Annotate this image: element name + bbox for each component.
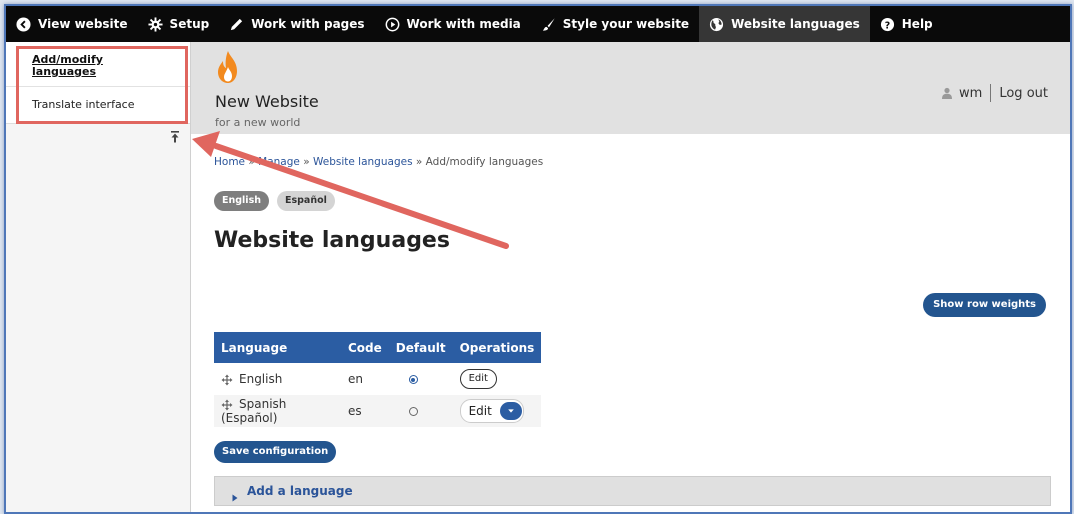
operations-cell: Edit bbox=[452, 395, 542, 427]
language-code: en bbox=[348, 372, 363, 386]
column-header-language: Language bbox=[214, 332, 341, 363]
svg-text:?: ? bbox=[885, 20, 890, 31]
brush-icon bbox=[541, 17, 556, 32]
user-menu: wm Log out bbox=[941, 84, 1048, 102]
gear-icon bbox=[148, 16, 163, 32]
tray-item-add-modify-languages[interactable]: Add/modify languages bbox=[6, 42, 190, 86]
operations-cell: Edit bbox=[453, 363, 542, 395]
table-row: English en Edit bbox=[214, 363, 541, 395]
language-cell: Spanish (Español) bbox=[214, 395, 341, 427]
toolbar-label: Work with media bbox=[406, 17, 521, 31]
logout-link[interactable]: Log out bbox=[999, 86, 1048, 101]
chevron-down-icon[interactable] bbox=[499, 402, 522, 420]
question-circle-icon: ? bbox=[880, 17, 895, 32]
app-frame: View website Setup Work with pages Work … bbox=[4, 4, 1072, 514]
main-content: Home » Manage » Website languages » Add/… bbox=[191, 134, 1070, 512]
toolbar-style-your-website[interactable]: Style your website bbox=[531, 6, 699, 42]
toolbar-label: Work with pages bbox=[251, 17, 365, 31]
language-espanol[interactable]: Español bbox=[276, 191, 335, 211]
caret-right-icon bbox=[231, 487, 239, 502]
page-title: Website languages bbox=[214, 228, 450, 253]
languages-table: Language Code Default Operations English… bbox=[214, 332, 542, 427]
toolbar-label: View website bbox=[38, 17, 128, 31]
breadcrumb-manage[interactable]: Manage bbox=[258, 156, 300, 168]
language-code: es bbox=[341, 395, 389, 427]
site-slogan: for a new world bbox=[215, 116, 301, 129]
toolbar-work-with-pages[interactable]: Work with pages bbox=[219, 6, 374, 42]
show-row-weights-button[interactable]: Show row weights bbox=[923, 293, 1046, 317]
language-name: English bbox=[239, 372, 283, 386]
tray-menu: Add/modify languages Translate interface bbox=[6, 42, 190, 124]
breadcrumb-separator: » bbox=[303, 156, 310, 168]
breadcrumb-current: Add/modify languages bbox=[425, 156, 544, 168]
site-name[interactable]: New Website bbox=[215, 92, 319, 111]
edit-button[interactable]: Edit bbox=[459, 369, 497, 389]
breadcrumb-home[interactable]: Home bbox=[214, 156, 245, 168]
save-configuration-button[interactable]: Save configuration bbox=[214, 441, 337, 463]
breadcrumb-website-languages[interactable]: Website languages bbox=[313, 156, 413, 168]
play-circle-icon bbox=[385, 17, 400, 32]
toolbar-website-languages[interactable]: Website languages bbox=[699, 6, 870, 42]
default-radio[interactable] bbox=[408, 407, 418, 416]
table-row: Spanish (Español) es Edit bbox=[214, 395, 542, 427]
breadcrumb-separator: » bbox=[415, 156, 423, 168]
column-header-operations: Operations bbox=[452, 332, 542, 363]
toolbar-label: Style your website bbox=[562, 17, 690, 31]
toolbar-help[interactable]: ? Help bbox=[870, 6, 943, 42]
toolbar-view-website[interactable]: View website bbox=[6, 6, 138, 42]
toolbar-setup[interactable]: Setup bbox=[138, 6, 220, 42]
edit-dropbutton: Edit bbox=[459, 399, 524, 423]
breadcrumb-separator: » bbox=[248, 156, 255, 168]
language-english[interactable]: English bbox=[214, 191, 269, 211]
admin-toolbar: View website Setup Work with pages Work … bbox=[6, 6, 1070, 42]
flame-icon[interactable] bbox=[215, 50, 241, 84]
drag-handle-icon[interactable] bbox=[221, 374, 233, 386]
globe-icon bbox=[709, 17, 724, 32]
add-language-label: Add a language bbox=[247, 484, 353, 498]
site-header: New Website for a new world wm Log out bbox=[191, 42, 1070, 134]
toolbar-work-with-media[interactable]: Work with media bbox=[375, 6, 531, 42]
divider bbox=[990, 84, 992, 102]
drag-handle-icon[interactable] bbox=[221, 399, 233, 411]
pin-to-top-icon[interactable] bbox=[168, 129, 182, 143]
breadcrumb: Home » Manage » Website languages » Add/… bbox=[214, 156, 543, 168]
user-icon bbox=[941, 87, 953, 99]
toolbar-label: Setup bbox=[169, 17, 210, 31]
language-cell: English bbox=[214, 363, 341, 395]
edit-button[interactable]: Edit bbox=[469, 404, 492, 418]
user-name-link[interactable]: wm bbox=[959, 86, 982, 101]
pencil-icon bbox=[229, 17, 244, 32]
language-switcher: English Español bbox=[214, 191, 335, 211]
add-language-details[interactable]: Add a language bbox=[214, 476, 1051, 506]
toolbar-tray: Add/modify languages Translate interface bbox=[6, 42, 191, 512]
tray-item-translate-interface[interactable]: Translate interface bbox=[6, 86, 190, 124]
chevron-left-circle-icon bbox=[16, 16, 31, 32]
toolbar-label: Website languages bbox=[731, 17, 860, 31]
column-header-code: Code bbox=[341, 332, 389, 363]
default-radio[interactable] bbox=[408, 375, 418, 384]
toolbar-label: Help bbox=[901, 17, 933, 31]
table-header-row: Language Code Default Operations bbox=[214, 332, 542, 363]
default-cell bbox=[389, 363, 453, 395]
column-header-default: Default bbox=[388, 332, 453, 363]
default-cell bbox=[388, 395, 453, 427]
